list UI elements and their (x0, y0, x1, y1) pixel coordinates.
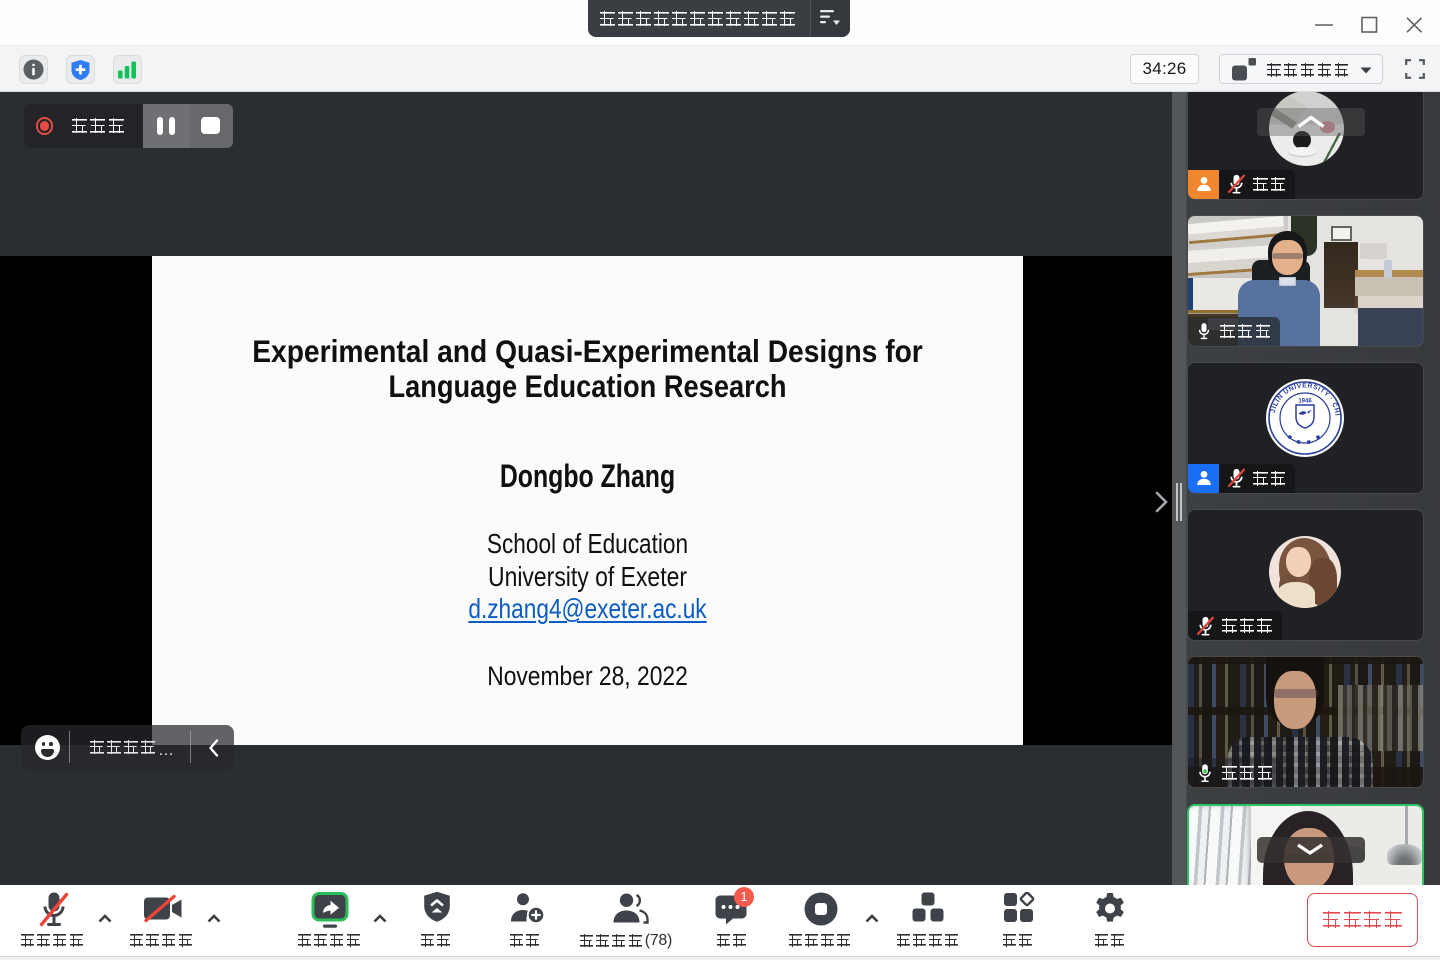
svg-text:1946: 1946 (1298, 398, 1312, 404)
